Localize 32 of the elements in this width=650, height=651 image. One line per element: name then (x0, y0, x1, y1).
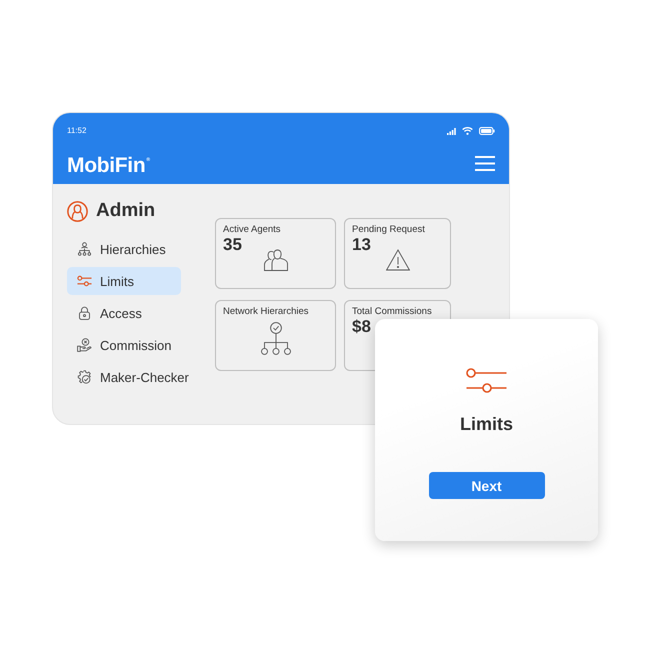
sidebar-item[interactable]: Hierarchies (67, 235, 181, 263)
menu-button[interactable] (475, 156, 495, 170)
card-title: Pending Request (352, 224, 425, 235)
sidebar-item[interactable]: Access (67, 299, 181, 327)
signal-icon (447, 128, 456, 134)
users-icon (264, 249, 288, 271)
lock-icon (77, 306, 92, 320)
hierarchy-icon (77, 242, 92, 256)
sidebar-item[interactable]: Commission (67, 331, 181, 359)
battery-icon (479, 127, 495, 135)
next-button[interactable]: Next (428, 472, 544, 499)
status-time: 11:52 (67, 126, 86, 136)
sidebar-item[interactable]: Maker-Checker (67, 363, 198, 391)
warning-icon (386, 249, 410, 271)
sliders-icon (466, 368, 507, 393)
network-icon (260, 322, 292, 356)
card-value: 13 (352, 235, 371, 255)
hand-coin-icon (77, 338, 92, 352)
section-title: Admin (96, 200, 156, 222)
sliders-icon (77, 275, 92, 287)
card-value: $8 (352, 317, 371, 337)
card-title: Network Hierarchies (223, 306, 309, 317)
user-circle-icon (67, 200, 88, 222)
wifi-icon (462, 127, 473, 135)
popup-title: Limits (460, 413, 513, 435)
card-title: Active Agents (223, 224, 281, 235)
sidebar-item[interactable]: Limits (67, 267, 181, 295)
gear-check-icon (77, 370, 92, 384)
card-value: 35 (223, 235, 242, 255)
menu-icon (475, 156, 495, 170)
card-title: Total Commissions (352, 306, 432, 317)
app-logo: MobiFin$^{®}$ (67, 153, 150, 179)
